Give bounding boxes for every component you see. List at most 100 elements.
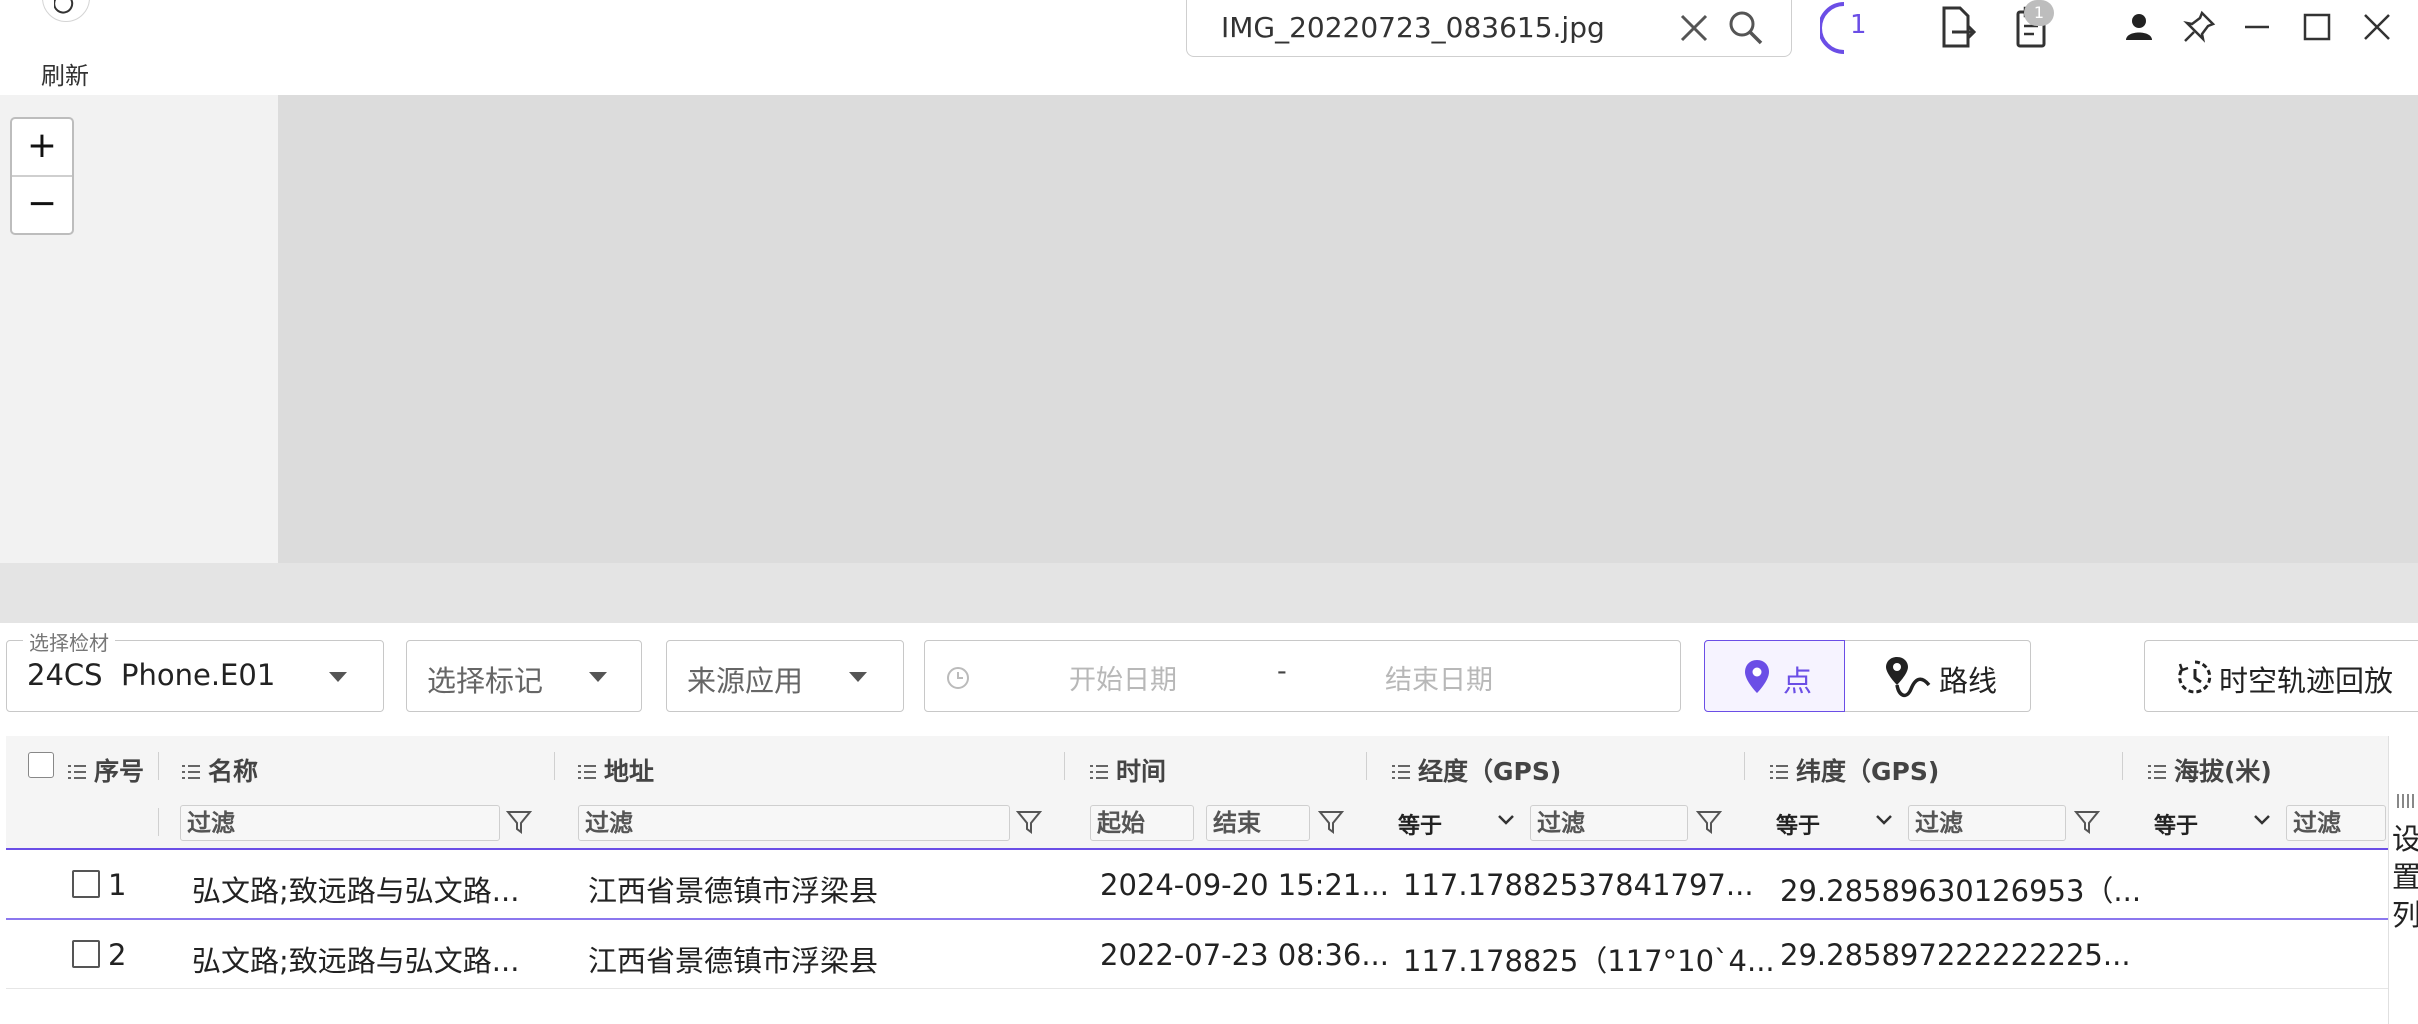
chevron-down-icon — [849, 672, 867, 682]
cell-latitude: 29.285897222222225... — [1780, 938, 2131, 972]
export-icon[interactable] — [1938, 6, 1978, 54]
column-header-index[interactable]: 序号 — [68, 752, 144, 788]
maximize-icon[interactable] — [2302, 12, 2332, 46]
column-divider — [158, 808, 159, 836]
search-box — [1186, 0, 1792, 57]
source-app-placeholder: 来源应用 — [687, 664, 804, 698]
source-app-select[interactable]: 来源应用 — [666, 640, 904, 712]
latitude-filter-input[interactable] — [1908, 805, 2066, 841]
evidence-select-label: 选择检材 — [23, 627, 115, 656]
column-menu-icon[interactable] — [1392, 765, 1410, 779]
time-start-filter-input[interactable] — [1090, 805, 1194, 841]
mode-point-button[interactable]: 点 — [1704, 640, 1845, 712]
column-menu-icon[interactable] — [1770, 765, 1788, 779]
trajectory-playback-button[interactable]: 时空轨迹回放 — [2144, 640, 2418, 712]
filter-icon[interactable] — [1015, 809, 1043, 839]
column-header-name[interactable]: 名称 — [182, 752, 258, 788]
row-index: 1 — [108, 868, 127, 902]
table-row[interactable]: 2 弘文路;致远路与弘文路... 江西省景德镇市浮梁县 2022-07-23 0… — [6, 920, 2388, 989]
minimize-icon[interactable] — [2242, 12, 2272, 46]
user-icon[interactable] — [2124, 12, 2154, 46]
longitude-operator-select[interactable]: 等于 — [1398, 808, 1442, 840]
trajectory-playback-label: 时空轨迹回放 — [2219, 664, 2394, 698]
zoom-control: + − — [10, 117, 74, 235]
column-divider[interactable] — [158, 752, 159, 780]
column-menu-icon[interactable] — [68, 765, 86, 779]
task-progress-indicator[interactable]: 1 — [1820, 0, 1880, 56]
zoom-in-button[interactable]: + — [12, 119, 72, 177]
column-divider[interactable] — [1366, 752, 1367, 780]
location-table: 序号 名称 地址 时间 经度（GPS) 纬度（GPS) 海拔(米) 等于 等于 … — [6, 736, 2388, 1024]
search-input[interactable] — [1219, 6, 1663, 48]
table-row[interactable]: 1 弘文路;致远路与弘文路... 江西省景德镇市浮梁县 2024-09-20 1… — [6, 850, 2388, 920]
column-menu-icon[interactable] — [1090, 765, 1108, 779]
table-header-row: 序号 名称 地址 时间 经度（GPS) 纬度（GPS) 海拔(米) — [6, 736, 2388, 797]
chevron-down-icon[interactable] — [1496, 809, 1516, 833]
refresh-label: 刷新 — [41, 62, 89, 90]
column-divider[interactable] — [554, 752, 555, 780]
evidence-select[interactable]: 选择检材 24CS Phone.E01 — [6, 627, 384, 712]
end-date-input[interactable]: 结束日期 — [1385, 658, 1493, 697]
column-menu-icon[interactable] — [578, 765, 596, 779]
chevron-down-icon — [589, 672, 607, 682]
pin-icon[interactable] — [2182, 10, 2216, 48]
cell-longitude: 117.17882537841797... — [1403, 868, 1754, 902]
map-view[interactable]: + − — [0, 95, 2418, 623]
mark-select[interactable]: 选择标记 — [406, 640, 642, 712]
latitude-operator-select[interactable]: 等于 — [1776, 808, 1820, 840]
date-range-picker[interactable]: 开始日期 - 结束日期 — [924, 640, 1681, 712]
cell-time: 2022-07-23 08:36... — [1100, 938, 1389, 972]
row-index: 2 — [108, 938, 127, 972]
table-filter-row: 等于 等于 等于 — [6, 796, 2388, 850]
date-separator: - — [1277, 656, 1287, 687]
clear-icon[interactable] — [1677, 11, 1711, 49]
column-header-latitude[interactable]: 纬度（GPS) — [1770, 752, 1939, 788]
map-pin-icon — [1743, 659, 1771, 699]
route-icon — [1885, 655, 1935, 705]
mark-select-placeholder: 选择标记 — [427, 664, 544, 698]
filter-icon[interactable] — [505, 809, 533, 839]
clipboard-count-badge: 1 — [2024, 0, 2054, 26]
search-icon[interactable] — [1727, 9, 1765, 51]
cell-time: 2024-09-20 15:21... — [1100, 868, 1389, 902]
column-divider[interactable] — [1064, 752, 1065, 780]
cell-name: 弘文路;致远路与弘文路... — [192, 944, 520, 978]
cell-name: 弘文路;致远路与弘文路... — [192, 874, 520, 908]
map-bottom-strip — [0, 563, 2418, 623]
longitude-filter-input[interactable] — [1530, 805, 1688, 841]
history-clock-icon — [2177, 659, 2213, 699]
row-checkbox[interactable] — [72, 940, 100, 968]
name-filter-input[interactable] — [180, 805, 500, 841]
close-icon[interactable] — [2362, 12, 2392, 46]
altitude-operator-select[interactable]: 等于 — [2154, 808, 2198, 840]
column-header-address[interactable]: 地址 — [578, 752, 654, 788]
mode-route-button[interactable]: 路线 — [1845, 640, 2031, 712]
column-header-time[interactable]: 时间 — [1090, 752, 1166, 788]
cell-latitude: 29.28589630126953（... — [1780, 874, 2142, 908]
filter-icon[interactable] — [2073, 809, 2101, 839]
chevron-down-icon — [329, 672, 347, 682]
time-end-filter-input[interactable] — [1206, 805, 1310, 841]
filter-icon[interactable] — [1695, 809, 1723, 839]
start-date-input[interactable]: 开始日期 — [1069, 658, 1177, 697]
column-header-longitude[interactable]: 经度（GPS) — [1392, 752, 1561, 788]
row-checkbox[interactable] — [72, 870, 100, 898]
column-settings-tab[interactable]: 设置列 — [2388, 736, 2418, 1024]
column-divider[interactable] — [2122, 752, 2123, 780]
filter-icon[interactable] — [1317, 809, 1345, 839]
column-menu-icon[interactable] — [182, 765, 200, 779]
chevron-down-icon[interactable] — [1874, 809, 1894, 833]
column-settings-label: 设置列 — [2392, 822, 2418, 932]
column-divider[interactable] — [1744, 752, 1745, 780]
column-menu-icon[interactable] — [2148, 765, 2166, 779]
address-filter-input[interactable] — [578, 805, 1010, 841]
cell-address: 江西省景德镇市浮梁县 — [588, 944, 879, 978]
refresh-icon — [42, 0, 90, 22]
zoom-out-button[interactable]: − — [12, 177, 72, 233]
column-header-altitude[interactable]: 海拔(米) — [2148, 752, 2272, 788]
refresh-button[interactable]: 刷新 — [30, 0, 100, 92]
altitude-filter-input[interactable] — [2286, 805, 2386, 841]
select-all-checkbox[interactable] — [28, 752, 54, 778]
chevron-down-icon[interactable] — [2252, 809, 2272, 833]
cell-address: 江西省景德镇市浮梁县 — [588, 874, 879, 908]
